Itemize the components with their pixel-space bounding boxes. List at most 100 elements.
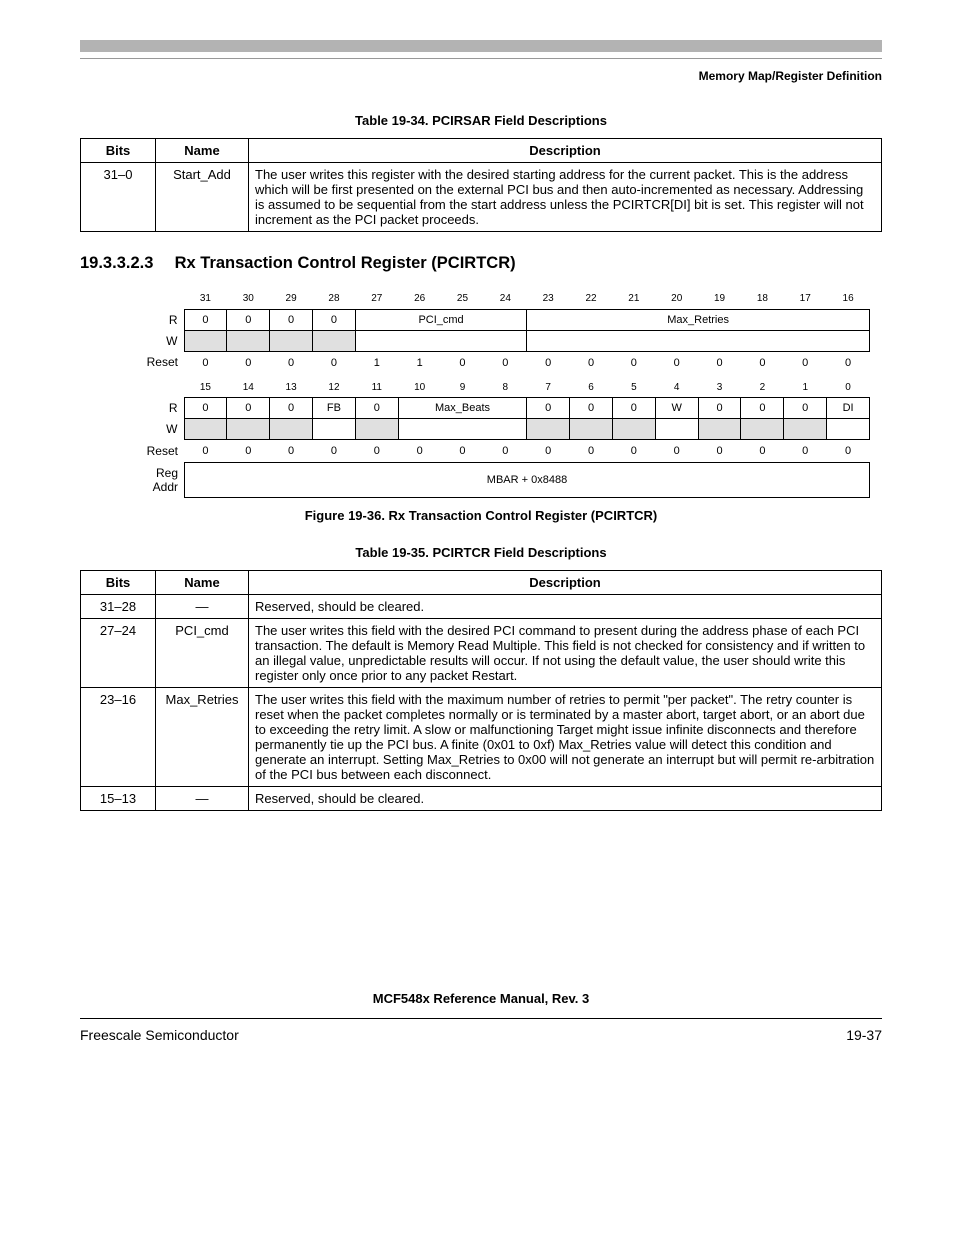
table34: Bits Name Description 31–0Start_AddThe u…	[80, 138, 882, 232]
reg-field	[698, 419, 741, 440]
bit-number: 18	[741, 289, 784, 309]
reg-field: 0	[698, 398, 741, 419]
reset-value: 0	[784, 351, 827, 374]
bit-number: 12	[313, 378, 356, 398]
reg-field: 0	[227, 309, 270, 330]
cell-bits: 31–0	[81, 163, 156, 232]
bit-number: 19	[698, 289, 741, 309]
reset-value: 0	[570, 440, 613, 463]
bit-number: 20	[655, 289, 698, 309]
table-row: 23–16Max_RetriesThe user writes this fie…	[81, 688, 882, 787]
reg-addr-value: MBAR + 0x8488	[185, 463, 870, 498]
reg-field	[184, 330, 227, 351]
reg-field: 0	[784, 398, 827, 419]
heading-rx-tcr: 19.3.3.2.3 Rx Transaction Control Regist…	[80, 254, 882, 273]
reset-value: 1	[398, 351, 441, 374]
reset-value: 0	[570, 351, 613, 374]
reg-field	[270, 330, 313, 351]
reg-field: 0	[527, 398, 570, 419]
reset-value: 0	[612, 440, 655, 463]
reg-field: DI	[827, 398, 870, 419]
reset-value: 0	[227, 440, 270, 463]
bit-number: 21	[612, 289, 655, 309]
register-diagram: 31302928272625242322212019181716R0000PCI…	[130, 289, 882, 498]
bit-number: 6	[570, 378, 613, 398]
bit-number: 14	[227, 378, 270, 398]
reset-value: 0	[827, 440, 870, 463]
reg-field	[313, 330, 356, 351]
cell-name: PCI_cmd	[156, 619, 249, 688]
reset-value: 0	[270, 440, 313, 463]
bit-number: 16	[827, 289, 870, 309]
reg-field	[355, 330, 526, 351]
reg-field	[527, 330, 870, 351]
heading-num: 19.3.3.2.3	[80, 254, 170, 273]
header-rule	[80, 58, 882, 59]
th-name: Name	[156, 139, 249, 163]
bit-number: 2	[741, 378, 784, 398]
bit-number: 11	[355, 378, 398, 398]
reset-value: 0	[355, 440, 398, 463]
reset-value: 0	[698, 440, 741, 463]
reg-field: PCI_cmd	[355, 309, 526, 330]
reg-field: Max_Beats	[398, 398, 527, 419]
th-bits: Bits	[81, 139, 156, 163]
table-row: 31–28—Reserved, should be cleared.	[81, 595, 882, 619]
reg-field	[784, 419, 827, 440]
reg-field	[184, 419, 227, 440]
table34-caption: Table 19-34. PCIRSAR Field Descriptions	[80, 113, 882, 128]
reg-field	[570, 419, 613, 440]
reg-field: W	[655, 398, 698, 419]
reg-field	[398, 419, 527, 440]
reg-field: 0	[612, 398, 655, 419]
bit-number: 5	[612, 378, 655, 398]
reset-value: 0	[827, 351, 870, 374]
reg-field: 0	[270, 398, 313, 419]
reset-value: 0	[441, 351, 484, 374]
footer-title: MCF548x Reference Manual, Rev. 3	[80, 991, 882, 1006]
reg-field	[355, 419, 398, 440]
cell-desc: Reserved, should be cleared.	[249, 595, 882, 619]
reg-field	[270, 419, 313, 440]
table-row: 31–0Start_AddThe user writes this regist…	[81, 163, 882, 232]
reset-value: 0	[227, 351, 270, 374]
bit-number: 27	[355, 289, 398, 309]
reset-value: 0	[698, 351, 741, 374]
reg-field	[827, 419, 870, 440]
reg-field	[227, 419, 270, 440]
table-row: 27–24PCI_cmdThe user writes this field w…	[81, 619, 882, 688]
figure-caption: Figure 19-36. Rx Transaction Control Reg…	[80, 508, 882, 523]
bit-number: 28	[313, 289, 356, 309]
cell-name: Start_Add	[156, 163, 249, 232]
reset-value: 0	[484, 440, 527, 463]
row-label-reset: Reset	[130, 351, 184, 374]
reg-field	[655, 419, 698, 440]
header-band	[80, 40, 882, 52]
reset-value: 0	[741, 351, 784, 374]
cell-desc: Reserved, should be cleared.	[249, 787, 882, 811]
cell-bits: 31–28	[81, 595, 156, 619]
reg-field: FB	[313, 398, 356, 419]
row-label-reset: Reset	[130, 440, 184, 463]
cell-bits: 23–16	[81, 688, 156, 787]
bit-number: 30	[227, 289, 270, 309]
cell-name: Max_Retries	[156, 688, 249, 787]
reg-field	[612, 419, 655, 440]
footer-left: Freescale Semiconductor	[80, 1027, 239, 1043]
bit-number: 24	[484, 289, 527, 309]
reset-value: 0	[655, 440, 698, 463]
reset-value: 0	[484, 351, 527, 374]
row-label-w: W	[130, 330, 184, 351]
cell-desc: The user writes this field with the maxi…	[249, 688, 882, 787]
th-bits: Bits	[81, 571, 156, 595]
th-desc: Description	[249, 571, 882, 595]
reg-field: 0	[741, 398, 784, 419]
reset-value: 0	[398, 440, 441, 463]
reg-field: 0	[313, 309, 356, 330]
bit-number: 3	[698, 378, 741, 398]
reg-field	[741, 419, 784, 440]
reset-value: 0	[527, 440, 570, 463]
bit-number: 26	[398, 289, 441, 309]
bit-number: 9	[441, 378, 484, 398]
bit-number: 7	[527, 378, 570, 398]
